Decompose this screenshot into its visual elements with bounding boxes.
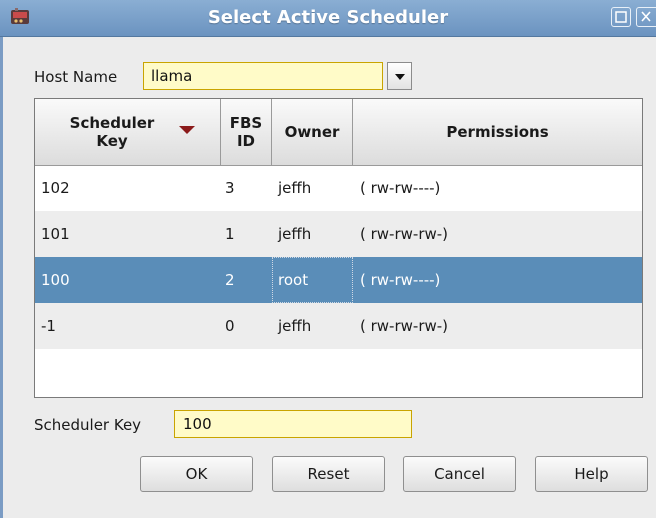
column-header-owner[interactable]: Owner	[272, 99, 353, 165]
column-header-label: ID	[236, 132, 256, 150]
title-bar[interactable]: Select Active Scheduler	[0, 0, 656, 37]
cell-scheduler-key: 102	[41, 179, 70, 197]
cell-owner: jeffh	[278, 317, 312, 335]
close-icon	[641, 11, 651, 22]
help-button[interactable]: Help	[535, 456, 648, 492]
table-row[interactable]: 101 1 jeffh ( rw-rw-rw-)	[35, 211, 642, 257]
column-header-scheduler-key[interactable]: Scheduler Key	[35, 99, 221, 165]
host-name-input[interactable]: llama	[143, 62, 383, 90]
column-header-label: Key	[96, 132, 128, 150]
scheduler-key-label: Scheduler Key	[34, 416, 142, 434]
column-header-fbs-id[interactable]: FBS ID	[221, 99, 272, 165]
cell-permissions: ( rw-rw-rw-)	[360, 317, 449, 335]
table-row-selected[interactable]: 100 2 root ( rw-rw----)	[35, 257, 642, 303]
cell-permissions: ( rw-rw----)	[360, 271, 441, 289]
cell-scheduler-key: 100	[41, 271, 70, 289]
cell-scheduler-key: 101	[41, 225, 70, 243]
cell-fbs-id: 0	[225, 317, 235, 335]
table-row[interactable]: 102 3 jeffh ( rw-rw----)	[35, 165, 642, 211]
column-header-label: Scheduler	[69, 114, 155, 132]
host-name-combobox[interactable]: llama	[143, 62, 412, 90]
host-name-dropdown-button[interactable]	[387, 62, 412, 90]
maximize-button[interactable]	[611, 7, 631, 27]
cell-owner: jeffh	[278, 225, 312, 243]
reset-button[interactable]: Reset	[272, 456, 385, 492]
table-row[interactable]: -1 0 jeffh ( rw-rw-rw-)	[35, 303, 642, 349]
cell-scheduler-key: -1	[41, 317, 56, 335]
cancel-button[interactable]: Cancel	[403, 456, 516, 492]
cell-fbs-id: 1	[225, 225, 235, 243]
host-name-label: Host Name	[34, 68, 118, 86]
chevron-down-icon	[395, 74, 405, 80]
cell-fbs-id: 2	[225, 271, 235, 289]
maximize-icon	[615, 11, 627, 23]
window-title: Select Active Scheduler	[207, 7, 449, 28]
cell-owner: root	[278, 271, 309, 289]
close-button[interactable]	[636, 7, 656, 27]
sort-descending-icon	[179, 126, 195, 134]
ok-button[interactable]: OK	[140, 456, 253, 492]
scheduler-table[interactable]: Scheduler Key FBS ID Owner Permissions 102…	[34, 98, 643, 398]
window-border	[0, 37, 3, 518]
cell-permissions: ( rw-rw----)	[360, 179, 441, 197]
column-header-permissions[interactable]: Permissions	[353, 99, 642, 165]
table-header: Scheduler Key FBS ID Owner Permissions	[35, 99, 642, 166]
cell-owner: jeffh	[278, 179, 312, 197]
scheduler-key-input[interactable]: 100	[174, 410, 412, 438]
cell-fbs-id: 3	[225, 179, 235, 197]
cell-permissions: ( rw-rw-rw-)	[360, 225, 449, 243]
column-header-label: FBS	[229, 114, 263, 132]
